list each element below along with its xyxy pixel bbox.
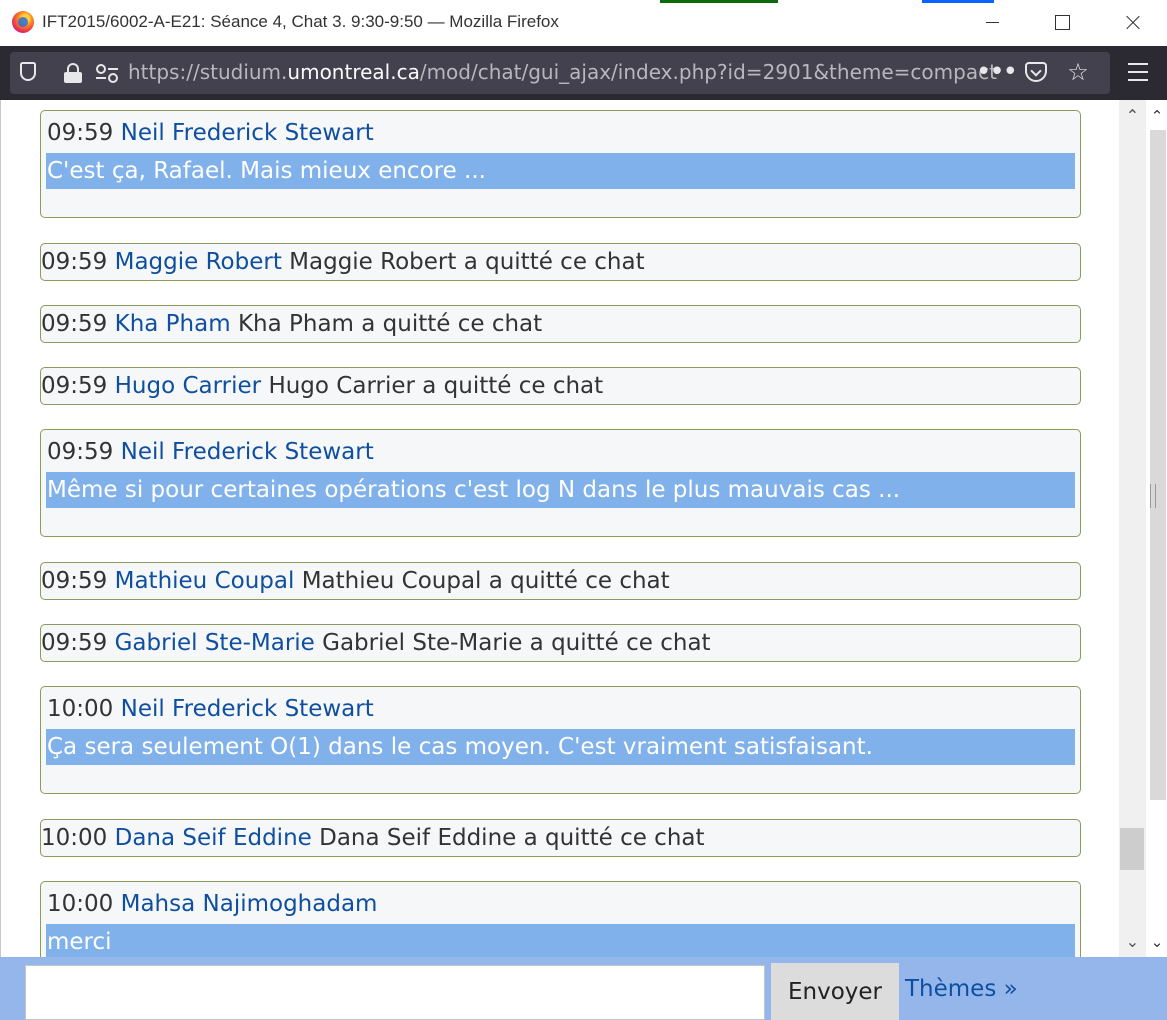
taskbar-accent — [922, 0, 994, 3]
permissions-icon[interactable] — [96, 64, 118, 83]
event-text: Mathieu Coupal a quitté ce chat — [301, 568, 670, 594]
url-text[interactable]: https://studium.umontreal.ca/mod/chat/gu… — [128, 60, 997, 84]
chat-event: 09:59 Kha Pham Kha Pham a quitté ce chat — [40, 305, 1081, 343]
scroll-down-arrow-icon[interactable]: ⌄ — [1119, 930, 1146, 954]
tracking-protection-shield-icon[interactable] — [20, 62, 36, 81]
maximize-button[interactable] — [1042, 8, 1082, 38]
chat-event: 09:59 Maggie Robert Maggie Robert a quit… — [40, 243, 1081, 281]
message-text: C'est ça, Rafael. Mais mieux encore ... — [46, 153, 1075, 189]
user-name-link[interactable]: Hugo Carrier — [115, 373, 262, 399]
event-text: Maggie Robert a quitté ce chat — [289, 249, 645, 275]
user-name-link[interactable]: Neil Frederick Stewart — [121, 120, 374, 146]
user-name-link[interactable]: Mathieu Coupal — [115, 568, 295, 594]
message-header: 09:59 Neil Frederick Stewart — [47, 120, 374, 146]
message-input-bar: Envoyer Thèmes » — [0, 957, 1167, 1020]
page-actions-more-icon[interactable]: ••• — [976, 57, 1018, 87]
message-time: 10:00 — [41, 825, 108, 851]
window-titlebar: IFT2015/6002-A-E21: Séance 4, Chat 3. 9:… — [0, 0, 1167, 47]
scroll-down-arrow-icon[interactable]: ⌄ — [1146, 930, 1167, 954]
chat-event: 09:59 Gabriel Ste-Marie Gabriel Ste-Mari… — [40, 624, 1081, 662]
message-time: 09:59 — [41, 568, 108, 594]
chat-message: 09:59 Neil Frederick Stewart C'est ça, R… — [40, 110, 1081, 218]
message-time: 09:59 — [41, 311, 108, 337]
message-time: 09:59 — [47, 120, 114, 146]
close-window-button[interactable] — [1112, 8, 1152, 38]
message-time: 09:59 — [41, 249, 108, 275]
message-time: 09:59 — [41, 630, 108, 656]
firefox-logo-icon — [12, 11, 34, 33]
message-text: Ça sera seulement O(1) dans le cas moyen… — [46, 729, 1075, 765]
scrollbar-track[interactable] — [1150, 130, 1166, 800]
chat-message: 10:00 Neil Frederick Stewart Ça sera seu… — [40, 686, 1081, 794]
chat-message: 09:59 Neil Frederick Stewart Même si pou… — [40, 429, 1081, 537]
message-time: 09:59 — [41, 373, 108, 399]
event-text: Kha Pham a quitté ce chat — [237, 311, 543, 337]
chat-event: 10:00 Dana Seif Eddine Dana Seif Eddine … — [40, 819, 1081, 857]
scrollbar-thumb[interactable] — [1120, 828, 1144, 870]
chat-message: 10:00 Mahsa Najimoghadam merci — [40, 881, 1081, 957]
url-path: /mod/chat/gui_ajax/index.php?id=2901&the… — [419, 60, 997, 84]
scrollbar-grip[interactable] — [1150, 484, 1156, 508]
message-text: merci — [46, 924, 1075, 957]
event-text: Dana Seif Eddine a quitté ce chat — [319, 825, 705, 851]
chat-event: 09:59 Mathieu Coupal Mathieu Coupal a qu… — [40, 562, 1081, 600]
event-text: Gabriel Ste-Marie a quitté ce chat — [322, 630, 711, 656]
scroll-up-arrow-icon[interactable]: ⌃ — [1119, 104, 1146, 128]
message-header: 10:00 Mahsa Najimoghadam — [47, 891, 377, 917]
window-title: IFT2015/6002-A-E21: Séance 4, Chat 3. 9:… — [42, 12, 559, 31]
user-name-link[interactable]: Dana Seif Eddine — [115, 825, 312, 851]
send-button[interactable]: Envoyer — [771, 963, 899, 1020]
message-header: 10:00 Neil Frederick Stewart — [47, 696, 374, 722]
user-name-link[interactable]: Gabriel Ste-Marie — [115, 630, 315, 656]
user-name-link[interactable]: Kha Pham — [115, 311, 231, 337]
event-text: Hugo Carrier a quitté ce chat — [268, 373, 604, 399]
chat-scrollbar[interactable]: ⌃ ⌄ — [1119, 100, 1146, 957]
chat-messages-list[interactable]: 09:59 Neil Frederick Stewart C'est ça, R… — [1, 100, 1119, 957]
user-name-link[interactable]: Neil Frederick Stewart — [121, 439, 374, 465]
message-time: 10:00 — [47, 696, 114, 722]
user-name-link[interactable]: Neil Frederick Stewart — [121, 696, 374, 722]
page-scrollbar[interactable]: ⌃ ⌄ — [1146, 100, 1167, 957]
minimize-button[interactable] — [972, 8, 1012, 38]
user-name-link[interactable]: Mahsa Najimoghadam — [121, 891, 378, 917]
menu-hamburger-icon[interactable] — [1128, 63, 1148, 81]
url-prefix: https://studium. — [128, 60, 288, 84]
chat-content: 09:59 Neil Frederick Stewart C'est ça, R… — [0, 100, 1167, 957]
bookmark-star-icon[interactable]: ☆ — [1061, 57, 1095, 87]
scroll-up-arrow-icon[interactable]: ⌃ — [1146, 104, 1167, 128]
lock-icon[interactable] — [64, 63, 82, 83]
themes-link[interactable]: Thèmes » — [905, 976, 1018, 1002]
user-name-link[interactable]: Maggie Robert — [115, 249, 282, 275]
url-host: umontreal.ca — [287, 60, 420, 84]
taskbar-accent — [660, 0, 778, 3]
message-time: 10:00 — [47, 891, 114, 917]
message-text: Même si pour certaines opérations c'est … — [46, 472, 1075, 508]
message-input[interactable] — [25, 965, 765, 1020]
message-header: 09:59 Neil Frederick Stewart — [47, 439, 374, 465]
chat-event: 09:59 Hugo Carrier Hugo Carrier a quitté… — [40, 367, 1081, 405]
message-time: 09:59 — [47, 439, 114, 465]
